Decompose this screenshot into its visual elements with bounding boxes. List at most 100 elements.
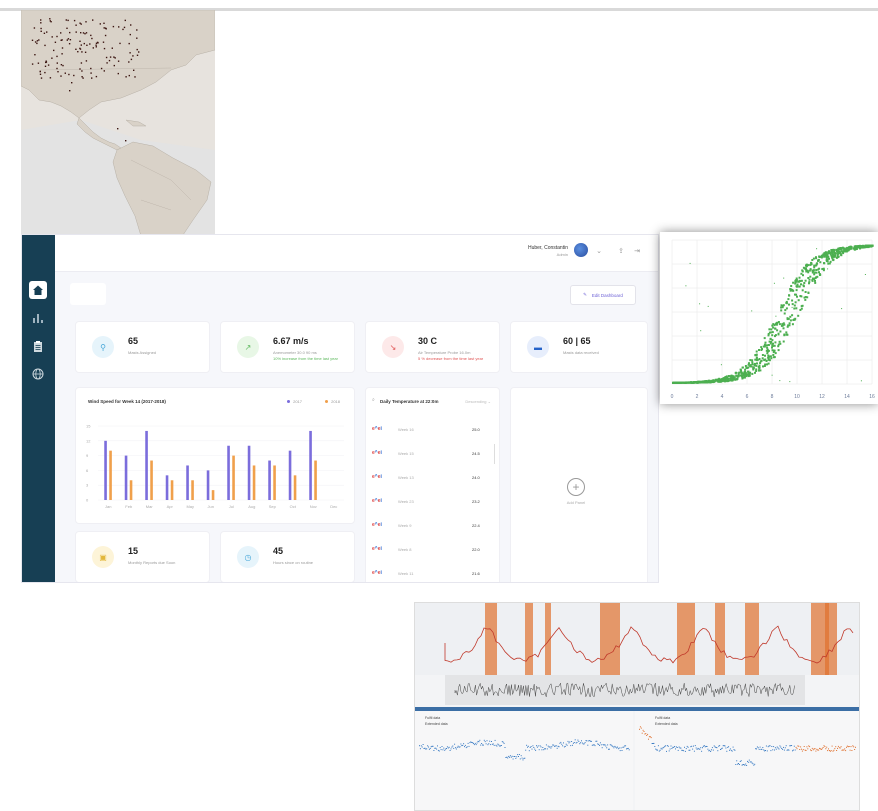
temperature-row[interactable]: e^ei Week 9 22.4	[372, 522, 490, 532]
bar-2018[interactable]	[314, 460, 317, 500]
map-marker	[62, 64, 64, 67]
series-point	[537, 745, 539, 747]
kpi-card-data-received[interactable]: ▬ 60 | 65 Masts data received	[510, 321, 648, 373]
scatter-point	[760, 349, 763, 351]
series-point	[678, 746, 680, 748]
series-point	[514, 756, 516, 757]
series-point	[847, 746, 849, 748]
bar-2018[interactable]	[191, 480, 194, 500]
week-label: Week 16	[398, 427, 414, 432]
series-point	[665, 745, 667, 747]
series-point	[751, 762, 753, 764]
logout-icon[interactable]: ⇥	[634, 247, 640, 255]
series-point	[741, 764, 743, 766]
series-point	[476, 742, 478, 744]
clipboard-icon[interactable]	[29, 337, 47, 355]
bar-2017[interactable]	[227, 445, 230, 500]
series-point	[512, 758, 514, 760]
temperature-row[interactable]: e^ei Week 8 22.0	[372, 546, 490, 556]
chevron-down-icon[interactable]: ⌄	[596, 247, 602, 255]
series-point	[430, 746, 432, 748]
map-marker	[69, 39, 72, 41]
temperature-row[interactable]: e^ei Week 13 24.0	[372, 474, 490, 484]
series-point	[834, 748, 836, 750]
bar-2018[interactable]	[273, 465, 276, 500]
home-icon[interactable]	[29, 281, 47, 299]
scrollbar[interactable]	[493, 444, 495, 464]
temperature-row[interactable]: e^ei Week 15 24.5	[372, 450, 490, 460]
series-point	[673, 746, 675, 748]
bar-2017[interactable]	[247, 445, 251, 500]
kpi-card-reports[interactable]: ▣ 15 Monthly Reports due Soon	[75, 531, 210, 582]
scatter-point	[783, 312, 786, 315]
bar-2017[interactable]	[145, 430, 148, 500]
edit-dashboard-button[interactable]: ✎ Edit Dashboard	[570, 285, 636, 305]
kpi-card-masts-assigned[interactable]: ⚲ 65 Masts Assigned	[75, 321, 210, 373]
plus-icon[interactable]: +	[567, 478, 585, 496]
temperature-row[interactable]: e^ei Week 23 23.2	[372, 498, 490, 508]
series-point	[756, 746, 758, 748]
series-point	[837, 745, 839, 747]
bar-2017[interactable]	[165, 475, 169, 500]
map-marker	[82, 77, 84, 79]
kpi-card-wind-speed[interactable]: ↗ 6.67 m/s Anemometer 30.0 90 ms 10% inc…	[220, 321, 355, 373]
bar-2018[interactable]	[211, 490, 215, 500]
user-role: Admin	[556, 252, 568, 257]
scatter-point	[763, 343, 766, 346]
map-marker	[124, 19, 126, 22]
bar-chart-icon[interactable]	[29, 309, 47, 327]
bar-2018[interactable]	[129, 480, 133, 500]
series-point	[495, 744, 497, 746]
bar-2017[interactable]	[186, 465, 189, 500]
bar-2018[interactable]	[170, 480, 174, 500]
site-logo-icon: e^ei	[372, 546, 382, 552]
scatter-outlier	[720, 364, 722, 366]
series-point	[820, 749, 822, 750]
kpi-card-temperature[interactable]: ↘ 30 C Air Temperature Probe 16.0m 5 % d…	[365, 321, 500, 373]
series-point	[708, 750, 710, 752]
bar-2017[interactable]	[268, 460, 271, 500]
calendar-icon: ▣	[92, 546, 114, 568]
map-marker	[125, 140, 127, 142]
kpi-card-hours[interactable]: ◷ 45 Hours since on routine	[220, 531, 355, 582]
map-marker	[105, 28, 107, 30]
series-point	[732, 746, 734, 748]
x-tick-label: Dec	[330, 504, 337, 509]
series-point	[739, 761, 741, 762]
series-point	[432, 745, 434, 747]
bar-2017[interactable]	[288, 450, 292, 500]
bar-2017[interactable]	[104, 440, 107, 500]
bar-2018[interactable]	[109, 450, 112, 500]
week-label: Week 9	[398, 523, 412, 528]
series-point	[571, 741, 573, 742]
scatter-point	[825, 260, 828, 262]
series-point	[506, 756, 508, 758]
share-icon[interactable]: ⇪	[618, 247, 624, 255]
bar-2017[interactable]	[206, 470, 210, 500]
bar-2017[interactable]	[124, 455, 128, 500]
temperature-row[interactable]: e^ei Week 16 25.0	[372, 426, 490, 436]
search-icon[interactable]: ⌕	[372, 397, 375, 403]
event-band	[745, 603, 759, 675]
series-point	[662, 747, 664, 749]
bar-2018[interactable]	[150, 460, 153, 500]
series-point	[453, 747, 455, 749]
temperature-row[interactable]: e^ei Week 11 21.6	[372, 570, 490, 580]
series-point	[584, 742, 586, 744]
series-point	[774, 747, 776, 749]
scatter-point	[791, 323, 794, 326]
scatter-point	[755, 364, 758, 367]
bar-2017[interactable]	[309, 430, 312, 500]
series-point	[570, 745, 572, 747]
kpi-label: Anemometer 30.0 90 ms	[273, 350, 317, 355]
series-point	[536, 745, 537, 747]
bar-2018[interactable]	[252, 465, 256, 500]
add-panel-card[interactable]: + Add Panel	[510, 387, 648, 582]
bar-2018[interactable]	[293, 475, 297, 500]
series-point	[554, 745, 556, 747]
avatar[interactable]	[574, 243, 588, 257]
sort-select[interactable]: Descending ⌄	[465, 399, 491, 404]
globe-icon[interactable]	[29, 365, 47, 383]
bar-2018[interactable]	[232, 455, 235, 500]
scatter-point	[778, 323, 781, 326]
